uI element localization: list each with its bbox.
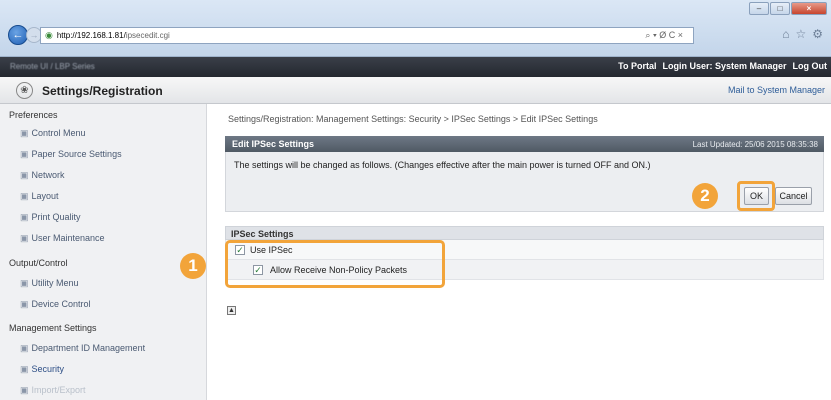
sidebar-item-control-menu[interactable]: ▣ Control Menu [20, 128, 86, 139]
sidebar-item-paper-source[interactable]: ▣ Paper Source Settings [20, 149, 122, 160]
mail-system-manager-link[interactable]: Mail to System Manager [728, 85, 825, 95]
minimize-button[interactable]: – [749, 2, 769, 15]
sidebar-item-print-quality[interactable]: ▣ Print Quality [20, 212, 81, 223]
bullet-icon: ▣ [20, 299, 29, 309]
page-title: Settings/Registration [42, 84, 163, 98]
close-window-button[interactable]: × [791, 2, 827, 15]
browser-toolbar-icons: ⌂ ☆ ⚙ [782, 27, 823, 41]
sidebar-item-layout[interactable]: ▣ Layout [20, 191, 59, 202]
portal-link[interactable]: To Portal [618, 61, 656, 71]
address-path: ipsecedit.cgi [125, 31, 170, 40]
back-arrow-icon: ← [12, 29, 24, 41]
home-icon[interactable]: ⌂ [782, 27, 789, 41]
checkbox-highlight-frame [225, 240, 445, 288]
bullet-icon: ▣ [20, 385, 29, 395]
sidebar-item-network[interactable]: ▣ Network [20, 170, 65, 181]
page-top-icon[interactable]: ▲ [227, 306, 236, 315]
sidebar-section-output-control: Output/Control [9, 258, 68, 268]
panel-title: Edit IPSec Settings [232, 139, 315, 149]
last-updated: Last Updated: 25/06 2015 08:35:38 [692, 140, 818, 149]
ipsec-settings-header: IPSec Settings [225, 226, 824, 240]
site-favicon-icon: ◉ [45, 30, 53, 40]
maximize-button[interactable]: □ [770, 2, 790, 15]
settings-logo-icon: ❀ [16, 82, 33, 99]
change-message: The settings will be changed as follows.… [234, 160, 651, 170]
browser-chrome: – □ × ← → ◉ http://192.168.1.81/ ipseced… [0, 0, 831, 57]
sidebar-item-import-export[interactable]: ▣ Import/Export [20, 385, 86, 396]
favorites-star-icon[interactable]: ☆ [795, 27, 806, 41]
sidebar-item-user-maintenance[interactable]: ▣ User Maintenance [20, 233, 105, 244]
sidebar-section-preferences: Preferences [9, 110, 58, 120]
forward-arrow-icon: → [29, 30, 39, 40]
bullet-icon: ▣ [20, 233, 29, 243]
bullet-icon: ▣ [20, 343, 29, 353]
edit-panel-header: Edit IPSec Settings Last Updated: 25/06 … [225, 136, 824, 152]
ok-highlight-frame [737, 181, 775, 211]
device-name: Remote UI / LBP Series [10, 62, 95, 71]
edit-panel-body: The settings will be changed as follows.… [225, 152, 824, 212]
callout-2: 2 [692, 183, 718, 209]
sidebar-item-device-control[interactable]: ▣ Device Control [20, 299, 91, 310]
logout-link[interactable]: Log Out [793, 61, 828, 71]
sidebar-item-department-id[interactable]: ▣ Department ID Management [20, 343, 145, 354]
bullet-icon: ▣ [20, 170, 29, 180]
back-button[interactable]: ← [8, 25, 28, 45]
bullet-icon: ▣ [20, 128, 29, 138]
user-bar: To Portal Login User: System Manager Log… [618, 61, 827, 71]
address-bar[interactable]: ◉ http://192.168.1.81/ ipsecedit.cgi ⌕ ▾… [40, 27, 694, 44]
sidebar-section-management-settings: Management Settings [9, 323, 97, 333]
cancel-button[interactable]: Cancel [775, 187, 812, 205]
gear-icon[interactable]: ⚙ [812, 27, 823, 41]
bullet-icon: ▣ [20, 191, 29, 201]
bullet-icon: ▣ [20, 212, 29, 222]
bullet-icon: ▣ [20, 364, 29, 374]
breadcrumb: Settings/Registration: Management Settin… [228, 114, 598, 124]
login-user: Login User: System Manager [662, 61, 787, 71]
rui-top-bar: Remote UI / LBP Series To Portal Login U… [0, 57, 831, 77]
bullet-icon: ▣ [20, 278, 29, 288]
ipsec-settings-title: IPSec Settings [231, 229, 294, 239]
address-host: http://192.168.1.81/ [56, 31, 126, 40]
sidebar-item-security[interactable]: ▣ Security [20, 364, 64, 375]
bullet-icon: ▣ [20, 149, 29, 159]
sidebar: Preferences ▣ Control Menu ▣ Paper Source … [0, 104, 207, 400]
address-tools[interactable]: ⌕ ▾ Ø C × [645, 28, 683, 43]
page-header: ❀ Settings/Registration Mail to System M… [0, 77, 831, 104]
sidebar-item-utility-menu[interactable]: ▣ Utility Menu [20, 278, 79, 289]
window-controls: – □ × [749, 2, 827, 15]
callout-1: 1 [180, 253, 206, 279]
